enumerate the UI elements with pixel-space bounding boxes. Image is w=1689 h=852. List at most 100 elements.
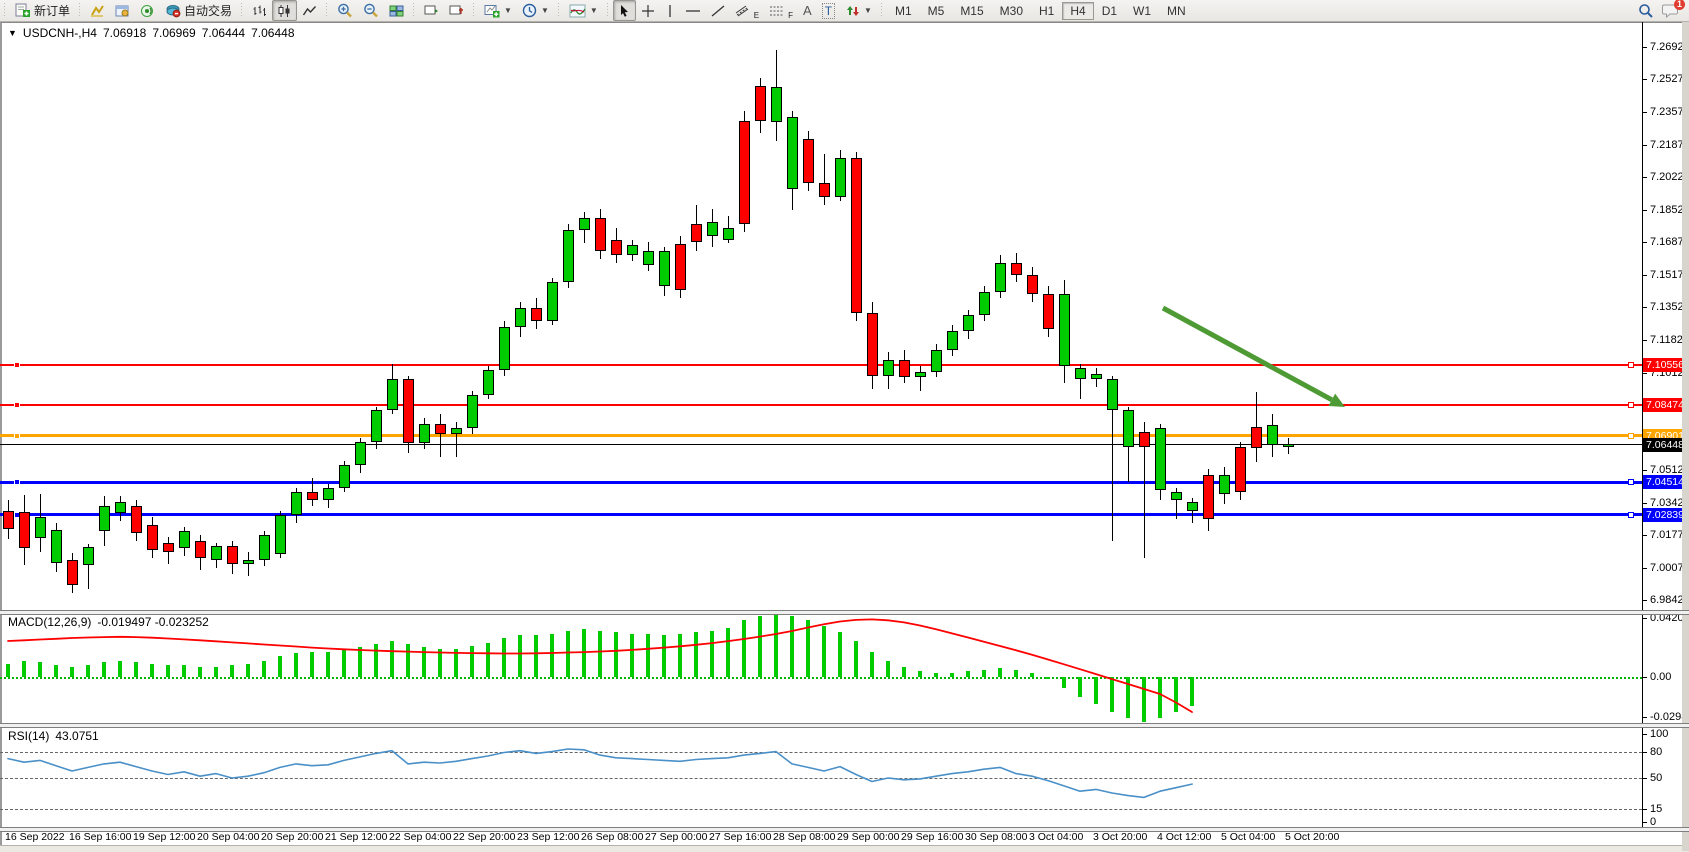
rsi-axis-label: 80 — [1650, 746, 1662, 758]
macd-histogram-bar — [918, 671, 922, 677]
date-axis-label: 5 Oct 20:00 — [1285, 831, 1339, 843]
macd-zero-line — [0, 677, 1642, 679]
candle — [947, 331, 958, 350]
candle — [499, 327, 510, 370]
candle — [643, 251, 654, 265]
candle-wick — [248, 552, 249, 575]
macd-histogram-bar — [102, 662, 106, 677]
candle — [579, 218, 590, 230]
macd-histogram-bar — [262, 661, 266, 678]
chart-title-row: ▼ USDCNH-,H4 7.06918 7.06969 7.06444 7.0… — [8, 26, 295, 40]
horizontal-line-object[interactable] — [0, 434, 1642, 437]
macd-histogram-bar — [806, 620, 810, 677]
horizontal-line-object[interactable] — [0, 513, 1642, 516]
candle — [227, 546, 238, 563]
horizontal-line-object[interactable] — [0, 481, 1642, 484]
candle — [771, 87, 782, 122]
line-handle[interactable] — [1628, 479, 1634, 485]
candle — [1187, 502, 1198, 512]
date-axis-label: 4 Oct 12:00 — [1157, 831, 1211, 843]
macd-histogram-bar — [70, 667, 74, 678]
macd-histogram-bar — [1078, 677, 1082, 697]
candle — [675, 244, 686, 291]
macd-histogram-bar — [550, 634, 554, 678]
candle — [595, 218, 606, 251]
macd-histogram-bar — [662, 635, 666, 677]
candle — [819, 183, 830, 197]
candle — [835, 158, 846, 197]
candle — [707, 222, 718, 236]
candle — [1219, 475, 1230, 494]
macd-label-row: MACD(12,26,9) -0.019497 -0.023252 — [8, 615, 209, 629]
candle — [547, 282, 558, 321]
macd-histogram-bar — [182, 665, 186, 677]
candle — [1235, 447, 1246, 492]
date-axis-label: 29 Sep 00:00 — [837, 831, 899, 843]
macd-histogram-bar — [1190, 677, 1194, 706]
candle — [419, 424, 430, 443]
date-axis-label: 16 Sep 2022 — [5, 831, 65, 843]
line-handle[interactable] — [1628, 362, 1634, 368]
macd-histogram-bar — [710, 631, 714, 678]
candle — [979, 292, 990, 315]
macd-histogram-bar — [1126, 677, 1130, 718]
candle — [371, 410, 382, 441]
line-handle[interactable] — [1628, 433, 1634, 439]
candle — [163, 543, 174, 553]
macd-histogram-bar — [950, 673, 954, 678]
candle — [1251, 427, 1262, 448]
bottom-axis-separator — [0, 827, 1689, 832]
current-price-line — [0, 444, 1642, 445]
candle — [19, 512, 30, 548]
horizontal-line-object[interactable] — [0, 364, 1642, 366]
candle — [195, 541, 206, 558]
horizontal-line-object[interactable] — [0, 404, 1642, 406]
macd-pane-separator[interactable] — [0, 610, 1689, 615]
macd-histogram-bar — [134, 662, 138, 677]
rsi-label-row: RSI(14) 43.0751 — [8, 729, 99, 743]
candle — [211, 546, 222, 560]
date-axis-label: 19 Sep 12:00 — [133, 831, 195, 843]
macd-histogram-bar — [646, 634, 650, 678]
macd-histogram-bar — [902, 667, 906, 678]
macd-histogram-bar — [358, 647, 362, 677]
line-handle[interactable] — [1628, 512, 1634, 518]
candle — [1107, 379, 1118, 410]
candle — [899, 360, 910, 377]
candle — [275, 515, 286, 554]
candle — [1139, 432, 1150, 448]
candle — [1059, 294, 1070, 366]
ohlc-close: 7.06448 — [251, 26, 294, 40]
candle — [307, 492, 318, 500]
macd-histogram-bar — [518, 635, 522, 677]
macd-histogram-bar — [614, 632, 618, 677]
candle-wick — [440, 414, 441, 457]
line-handle[interactable] — [14, 433, 20, 439]
line-handle[interactable] — [14, 362, 20, 368]
candle — [1027, 275, 1038, 294]
price-line-badge: 7.10556 — [1643, 358, 1687, 372]
macd-histogram-bar — [486, 643, 490, 678]
rsi-pane-separator[interactable] — [0, 723, 1689, 728]
line-handle[interactable] — [14, 479, 20, 485]
candle — [131, 506, 142, 533]
date-axis-label: 20 Sep 20:00 — [261, 831, 323, 843]
macd-histogram-bar — [1046, 677, 1050, 679]
price-axis-line — [1642, 22, 1643, 828]
candle — [1011, 263, 1022, 275]
collapse-triangle-icon[interactable]: ▼ — [8, 28, 17, 38]
line-handle[interactable] — [14, 402, 20, 408]
candle — [563, 230, 574, 282]
macd-histogram-bar — [294, 653, 298, 677]
macd-histogram-bar — [246, 664, 250, 678]
candle — [1155, 428, 1166, 490]
macd-histogram-bar — [534, 635, 538, 677]
price-line-badge: 7.08474 — [1643, 398, 1687, 412]
macd-histogram-bar — [22, 661, 26, 678]
macd-histogram-bar — [1094, 677, 1098, 704]
line-handle[interactable] — [1628, 402, 1634, 408]
date-axis-label: 22 Sep 20:00 — [453, 831, 515, 843]
macd-histogram-bar — [342, 650, 346, 677]
candle — [67, 560, 78, 585]
candle — [1203, 475, 1214, 520]
